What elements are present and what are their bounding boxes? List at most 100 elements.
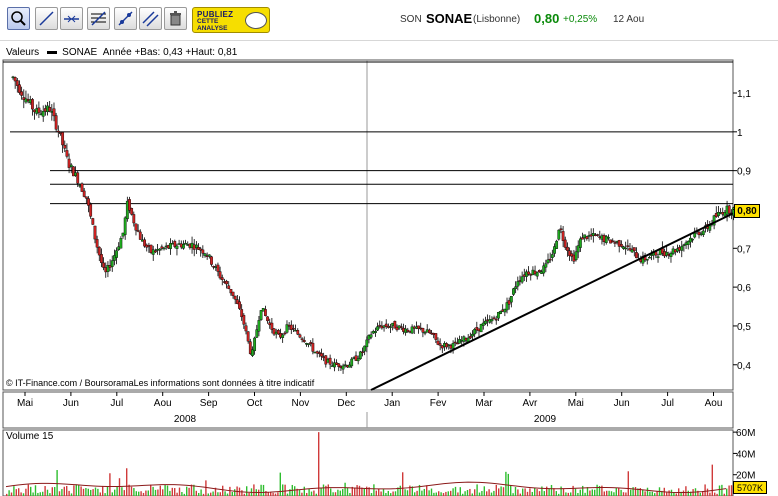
volume-bar-298 — [721, 484, 723, 496]
candle-body — [492, 317, 496, 320]
candle-body — [555, 240, 559, 249]
volume-bar-249 — [603, 491, 605, 496]
diagonal-line-icon — [39, 11, 54, 26]
candle-body — [548, 258, 552, 261]
candle-body — [259, 310, 263, 320]
ticker-code: SON — [400, 14, 422, 25]
volume-bar-147 — [358, 485, 361, 496]
volume-bar-294 — [711, 464, 713, 496]
fibonacci-button[interactable] — [87, 7, 110, 30]
volume-bar-58 — [145, 490, 147, 496]
candle-body — [207, 254, 211, 257]
volume-bar-260 — [630, 489, 632, 496]
volume-bar-159 — [387, 490, 389, 496]
draw-line-button[interactable] — [35, 7, 58, 30]
volume-bar-59 — [147, 490, 149, 496]
candle-23 — [61, 131, 65, 153]
candle-body — [369, 334, 373, 338]
candle-323 — [708, 220, 712, 234]
volume-bar-167 — [406, 490, 409, 496]
volume-bar-83 — [205, 480, 207, 496]
volume-bar-252 — [610, 491, 613, 496]
horizontal-line-icon — [64, 15, 79, 23]
candle-32 — [80, 182, 84, 192]
candle-body — [451, 343, 455, 349]
volume-bar-170 — [414, 492, 416, 496]
candle-326 — [714, 206, 718, 218]
candle-115 — [259, 310, 263, 321]
price-candles — [11, 75, 735, 374]
candle-body — [220, 277, 224, 280]
volume-bar-300 — [726, 488, 728, 496]
candle-252 — [555, 239, 559, 249]
volume-bar-60 — [150, 484, 152, 496]
volume-bar-235 — [570, 492, 572, 496]
volume-bar-136 — [332, 492, 334, 496]
candle-body — [225, 280, 228, 285]
channel-icon — [142, 11, 159, 27]
volume-bar-250 — [606, 490, 608, 496]
candle-body — [399, 326, 403, 328]
candle-body — [423, 332, 427, 334]
resistance-button[interactable] — [114, 7, 137, 30]
volume-bar-284 — [687, 490, 689, 496]
candle-body — [76, 172, 80, 184]
volume-bar-192 — [466, 490, 469, 496]
volume-bar-138 — [337, 489, 339, 496]
zoom-button[interactable] — [7, 7, 30, 30]
volume-bar-276 — [668, 490, 670, 496]
volume-bar-113 — [277, 492, 279, 496]
trend-points-icon — [118, 11, 133, 26]
candle-body — [130, 208, 134, 215]
candle-body — [559, 228, 563, 230]
volume-bar-3 — [13, 486, 15, 496]
candle-body — [557, 229, 561, 240]
candle-6 — [24, 90, 28, 104]
volume-bar-165 — [402, 472, 404, 496]
volume-bar-203 — [493, 490, 495, 496]
price-chart[interactable]: 1,110,90,80,70,60,50,4 MaiJunJulAouSepOc… — [0, 42, 778, 496]
month-label-10: Mar — [475, 398, 493, 409]
volume-bar-17 — [46, 489, 49, 496]
volume-bar-162 — [394, 491, 397, 496]
candle-129 — [289, 320, 293, 334]
delete-drawing-button[interactable] — [164, 7, 187, 30]
volume-bar-24 — [63, 486, 65, 496]
candle-body — [253, 337, 257, 351]
candle-body — [136, 230, 140, 232]
volume-bar-259 — [627, 471, 629, 496]
volume-bar-142 — [346, 487, 349, 496]
publish-analysis-button[interactable]: PUBLIEZ CETTE ANALYSE — [192, 7, 270, 33]
horizontal-line-button[interactable] — [60, 7, 83, 30]
candle-body — [20, 91, 24, 96]
candle-body — [264, 309, 267, 316]
promo-line-2: CETTE — [197, 18, 219, 25]
candle-105 — [238, 296, 241, 310]
chart-toolbar: PUBLIEZ CETTE ANALYSE SON SONAE (Lisbonn… — [0, 0, 778, 41]
candle-body — [350, 358, 354, 367]
volume-bar-47 — [118, 478, 121, 496]
candle-68 — [158, 248, 162, 256]
volume-bar-4 — [15, 489, 17, 496]
candle-body — [596, 234, 600, 236]
channel-button[interactable] — [139, 7, 162, 30]
candle-73 — [169, 238, 172, 255]
volume-bar-31 — [80, 486, 82, 496]
magnifier-icon — [11, 11, 26, 26]
month-label-13: Jun — [614, 398, 630, 409]
candle-body — [41, 111, 45, 117]
candle-188 — [417, 325, 420, 334]
ticker-market: (Lisbonne) — [473, 14, 521, 25]
candle-body — [471, 333, 474, 337]
volume-bar-19 — [51, 487, 53, 496]
volume-bar-233 — [565, 492, 567, 496]
volume-bar-231 — [560, 486, 562, 496]
volume-bar-221 — [536, 489, 538, 496]
candle-body — [509, 296, 513, 303]
candle-body — [69, 164, 73, 167]
candle-body — [123, 217, 127, 235]
volume-bar-38 — [97, 488, 99, 496]
volume-bar-40 — [102, 485, 104, 496]
volume-bar-271 — [656, 491, 658, 496]
candle-body — [216, 264, 220, 272]
